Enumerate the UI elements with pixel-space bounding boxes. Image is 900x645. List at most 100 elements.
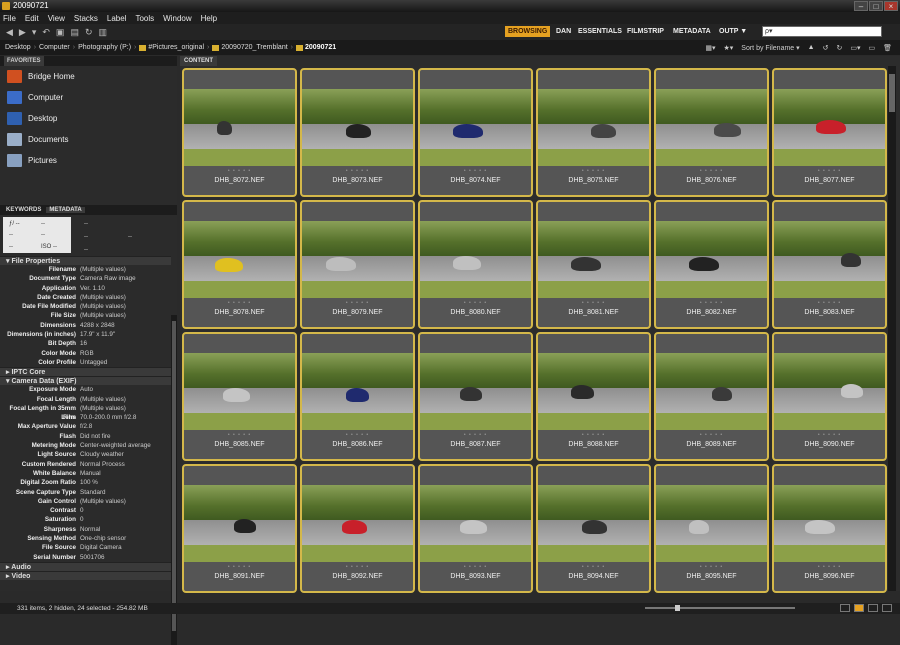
rating-dots[interactable]: • • • • • [302, 432, 413, 438]
new-folder-icon[interactable]: ▭ [868, 44, 875, 52]
workspace-dan[interactable]: DAN [553, 26, 574, 37]
section-video[interactable]: ▸ Video [0, 570, 171, 580]
rating-dots[interactable]: • • • • • [184, 432, 295, 438]
rating-dots[interactable]: • • • • • [656, 300, 767, 306]
rotate-icon[interactable]: ↻ [85, 27, 93, 38]
menu-edit[interactable]: Edit [25, 14, 39, 23]
sort-ascending-icon[interactable]: ▲ [808, 44, 815, 51]
thumbnail[interactable]: • • • • • DHB_8072.NEF [182, 68, 297, 197]
thumbnail[interactable]: • • • • • DHB_8088.NEF [536, 332, 651, 461]
rating-dots[interactable]: • • • • • [302, 564, 413, 570]
workspace-output[interactable]: OUTP ▼ [716, 26, 750, 37]
thumbnail[interactable]: • • • • • DHB_8083.NEF [772, 200, 887, 329]
rating-dots[interactable]: • • • • • [774, 564, 885, 570]
breadcrumb-desktop[interactable]: Desktop [5, 44, 31, 51]
minimize-button[interactable]: – [854, 1, 868, 11]
rating-dots[interactable]: • • • • • [656, 168, 767, 174]
thumbnail[interactable]: • • • • • DHB_8078.NEF [182, 200, 297, 329]
open-recent-icon[interactable]: ▥ [99, 27, 108, 38]
rating-dots[interactable]: • • • • • [302, 168, 413, 174]
rating-dots[interactable]: • • • • • [538, 168, 649, 174]
rating-dots[interactable]: • • • • • [538, 564, 649, 570]
thumbnail[interactable]: • • • • • DHB_8095.NEF [654, 464, 769, 593]
rating-dots[interactable]: • • • • • [656, 564, 767, 570]
favorite-bridge-home[interactable]: Bridge Home [0, 66, 177, 87]
close-button[interactable]: × [884, 1, 898, 11]
rating-dots[interactable]: • • • • • [420, 300, 531, 306]
menu-stacks[interactable]: Stacks [74, 14, 98, 23]
menu-label[interactable]: Label [107, 14, 127, 23]
section-file-properties[interactable]: ▾ File Properties [0, 256, 171, 265]
maximize-button[interactable]: □ [869, 1, 883, 11]
scroll-thumb[interactable] [889, 74, 895, 112]
workspace-metadata[interactable]: METADATA [670, 26, 714, 37]
tab-content[interactable]: CONTENT [180, 56, 217, 66]
thumbnail[interactable]: • • • • • DHB_8081.NEF [536, 200, 651, 329]
history-dropdown-icon[interactable]: ▾ [32, 27, 37, 38]
view-thumbnails-button[interactable] [854, 604, 864, 612]
section-audio[interactable]: ▸ Audio [0, 561, 171, 571]
breadcrumb-computer[interactable]: Computer [39, 44, 70, 51]
rating-dots[interactable]: • • • • • [302, 300, 413, 306]
rating-dots[interactable]: • • • • • [420, 564, 531, 570]
workspace-browsing[interactable]: BROWSING [505, 26, 551, 37]
open-folder-icon[interactable]: ▭▾ [850, 44, 860, 52]
thumbnail[interactable]: • • • • • DHB_8080.NEF [418, 200, 533, 329]
menu-tools[interactable]: Tools [135, 14, 154, 23]
thumbnail[interactable]: • • • • • DHB_8087.NEF [418, 332, 533, 461]
delete-icon[interactable]: 🗑 [883, 44, 892, 52]
thumbnail[interactable]: • • • • • DHB_8074.NEF [418, 68, 533, 197]
breadcrumb-drive[interactable]: Photography (P:) [78, 44, 131, 51]
thumbnail[interactable]: • • • • • DHB_8094.NEF [536, 464, 651, 593]
menu-file[interactable]: File [3, 14, 16, 23]
slider-handle[interactable] [675, 605, 680, 611]
filter-stars-icon[interactable]: ★▾ [723, 44, 733, 52]
refine-icon[interactable]: ▤ [70, 27, 79, 38]
tab-keywords[interactable]: KEYWORDS [3, 207, 44, 213]
rating-dots[interactable]: • • • • • [538, 300, 649, 306]
tab-metadata[interactable]: METADATA [46, 207, 85, 213]
thumbnail[interactable]: • • • • • DHB_8075.NEF [536, 68, 651, 197]
rating-dots[interactable]: • • • • • [184, 564, 295, 570]
metadata-scrollbar[interactable] [171, 315, 177, 645]
thumbnail[interactable]: • • • • • DHB_8076.NEF [654, 68, 769, 197]
section-iptc-core[interactable]: ▸ IPTC Core [0, 367, 171, 377]
breadcrumb-tremblant[interactable]: 20090720_Tremblant [221, 44, 287, 51]
thumbnail[interactable]: • • • • • DHB_8089.NEF [654, 332, 769, 461]
scroll-thumb[interactable] [172, 321, 176, 631]
rating-dots[interactable]: • • • • • [656, 432, 767, 438]
favorite-pictures[interactable]: Pictures [0, 150, 177, 171]
back-icon[interactable]: ◀ [6, 27, 13, 38]
content-scrollbar[interactable] [888, 66, 896, 591]
rating-dots[interactable]: • • • • • [774, 168, 885, 174]
menu-help[interactable]: Help [201, 14, 217, 23]
view-details-button[interactable] [868, 604, 878, 612]
favorite-desktop[interactable]: Desktop [0, 108, 177, 129]
thumbnail[interactable]: • • • • • DHB_8092.NEF [300, 464, 415, 593]
rating-dots[interactable]: • • • • • [774, 300, 885, 306]
rotate-right-icon[interactable]: ↻ [836, 44, 842, 52]
rating-dots[interactable]: • • • • • [774, 432, 885, 438]
view-list-button[interactable] [882, 604, 892, 612]
menu-view[interactable]: View [48, 14, 65, 23]
breadcrumb-current[interactable]: 20090721 [305, 44, 336, 51]
rating-dots[interactable]: • • • • • [538, 432, 649, 438]
sort-dropdown[interactable]: Sort by Filename ▾ [741, 44, 799, 52]
favorite-documents[interactable]: Documents [0, 129, 177, 150]
return-icon[interactable]: ↶ [42, 27, 50, 38]
thumbnail[interactable]: • • • • • DHB_8093.NEF [418, 464, 533, 593]
forward-icon[interactable]: ▶ [19, 27, 26, 38]
section-camera-data[interactable]: ▾ Camera Data (EXIF) [0, 376, 171, 386]
view-grid-button[interactable] [840, 604, 850, 612]
search-input[interactable]: ρ▾ [762, 26, 882, 37]
thumbnail[interactable]: • • • • • DHB_8082.NEF [654, 200, 769, 329]
menu-window[interactable]: Window [163, 14, 191, 23]
favorite-computer[interactable]: Computer [0, 87, 177, 108]
tab-favorites[interactable]: FAVORITES [4, 56, 44, 66]
thumbnail[interactable]: • • • • • DHB_8090.NEF [772, 332, 887, 461]
breadcrumb-pictures-original[interactable]: #Pictures_original [148, 44, 204, 51]
rating-dots[interactable]: • • • • • [184, 300, 295, 306]
thumbnail[interactable]: • • • • • DHB_8073.NEF [300, 68, 415, 197]
rating-dots[interactable]: • • • • • [420, 432, 531, 438]
rating-dots[interactable]: • • • • • [184, 168, 295, 174]
